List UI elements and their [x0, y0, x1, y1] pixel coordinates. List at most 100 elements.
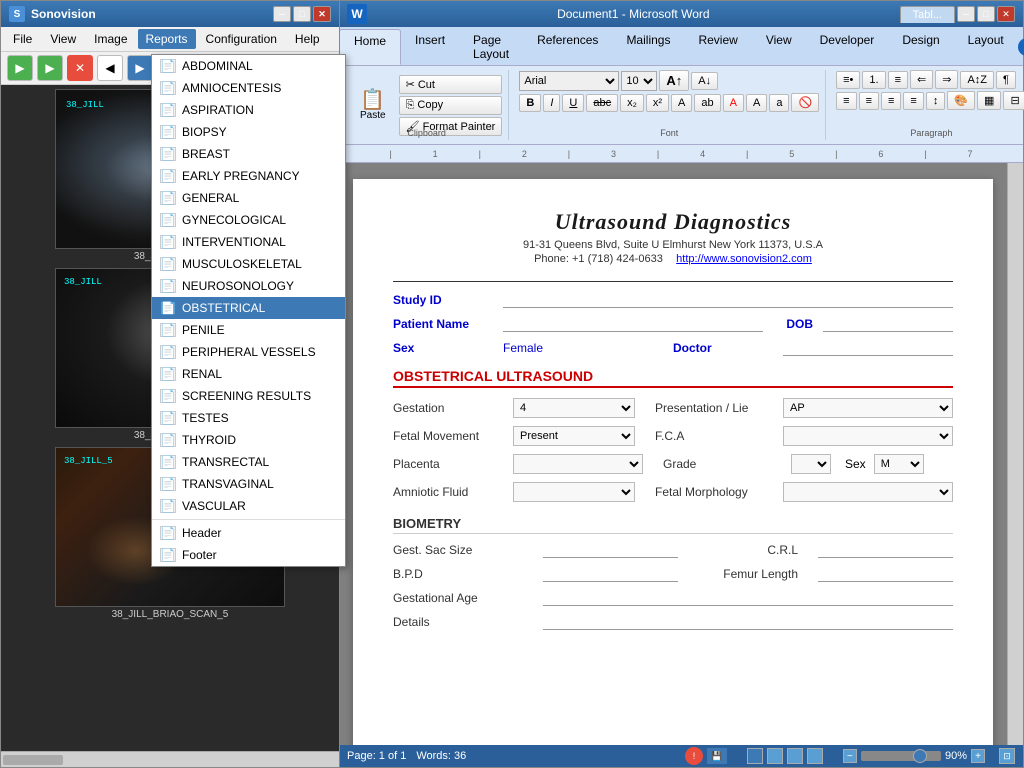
fca-select[interactable]	[783, 426, 953, 446]
clear-format-button[interactable]: 🚫	[791, 93, 819, 112]
toolbar-go-button[interactable]: ▶	[7, 55, 33, 81]
document-scroll-area[interactable]: Ultrasound Diagnostics 91-31 Queens Blvd…	[339, 163, 1007, 745]
tab-view[interactable]: View	[752, 29, 806, 65]
reports-item-general[interactable]: 📄 GENERAL	[152, 187, 345, 209]
tab-page-layout[interactable]: Page Layout	[459, 29, 523, 65]
paste-button[interactable]: 📋 Paste	[351, 85, 395, 126]
doctor-field[interactable]	[783, 340, 953, 356]
increase-indent-button[interactable]: ⇒	[935, 70, 958, 89]
presentation-select[interactable]: AP	[783, 398, 953, 418]
minimize-button[interactable]: ─	[273, 6, 291, 22]
menu-help[interactable]: Help	[287, 29, 328, 49]
bpd-field[interactable]	[543, 566, 678, 582]
font-name-select[interactable]: Arial	[519, 71, 619, 91]
crl-field[interactable]	[818, 542, 953, 558]
cut-button[interactable]: ✂ Cut	[399, 75, 503, 94]
strikethrough-button[interactable]: abc	[586, 94, 618, 112]
menu-reports[interactable]: Reports	[138, 29, 196, 49]
tab-mailings[interactable]: Mailings	[612, 29, 684, 65]
reports-item-neurosonology[interactable]: 📄 NEUROSONOLOGY	[152, 275, 345, 297]
maximize-button[interactable]: □	[293, 6, 311, 22]
gestation-select[interactable]: 4	[513, 398, 635, 418]
reports-item-obstetrical[interactable]: 📄 OBSTETRICAL	[152, 297, 345, 319]
font-color-button[interactable]: A	[723, 94, 744, 112]
toolbar-forward-button[interactable]: ▶	[127, 55, 153, 81]
zoom-out-button[interactable]: −	[843, 749, 857, 763]
copy-button[interactable]: ⎘ Copy	[399, 96, 503, 115]
help-button[interactable]: ?	[1018, 38, 1024, 56]
word-maximize[interactable]: □	[977, 6, 995, 22]
amniotic-select[interactable]	[513, 482, 635, 502]
view-mode-3[interactable]	[787, 748, 803, 764]
toolbar-stop-button[interactable]: ✕	[67, 55, 93, 81]
font-size-up-button[interactable]: A	[746, 94, 767, 112]
study-id-field[interactable]	[503, 292, 953, 308]
femur-field[interactable]	[818, 566, 953, 582]
word-tab[interactable]: Tabl...	[900, 6, 955, 23]
view-mode-4[interactable]	[807, 748, 823, 764]
borders-button[interactable]: ▦	[977, 91, 1001, 110]
reports-item-transvaginal[interactable]: 📄 TRANSVAGINAL	[152, 473, 345, 495]
reports-item-renal[interactable]: 📄 RENAL	[152, 363, 345, 385]
numbering-button[interactable]: 1.	[862, 71, 885, 89]
align-right-button[interactable]: ≡	[881, 92, 901, 110]
view-mode-1[interactable]	[747, 748, 763, 764]
columns-button[interactable]: ⊟	[1003, 91, 1024, 110]
grow-font-button[interactable]: A↑	[659, 70, 689, 91]
zoom-in-button[interactable]: +	[971, 749, 985, 763]
fetal-morph-select[interactable]	[783, 482, 953, 502]
reports-item-biopsy[interactable]: 📄 BIOPSY	[152, 121, 345, 143]
dob-field[interactable]	[823, 316, 953, 332]
menu-file[interactable]: File	[5, 29, 40, 49]
reports-item-peripheral-vessels[interactable]: 📄 PERIPHERAL VESSELS	[152, 341, 345, 363]
fit-page-button[interactable]: ⊡	[999, 748, 1015, 764]
word-close[interactable]: ✕	[997, 6, 1015, 22]
placenta-select[interactable]	[513, 454, 643, 474]
multilevel-button[interactable]: ≡	[888, 71, 908, 89]
tab-design[interactable]: Design	[888, 29, 953, 65]
reports-item-abdominal[interactable]: 📄 ABDOMINAL	[152, 55, 345, 77]
sex-obs-select[interactable]: M	[874, 454, 924, 474]
sort-button[interactable]: A↕Z	[960, 71, 994, 89]
toolbar-back-button[interactable]: ◀	[97, 55, 123, 81]
tab-developer[interactable]: Developer	[806, 29, 889, 65]
word-minimize[interactable]: ─	[957, 6, 975, 22]
patient-name-field[interactable]	[503, 316, 763, 332]
reports-item-testes[interactable]: 📄 TESTES	[152, 407, 345, 429]
shrink-font-button[interactable]: A↓	[691, 72, 718, 90]
underline-button[interactable]: U	[562, 94, 584, 112]
vertical-scrollbar[interactable]	[1007, 163, 1023, 745]
highlight-button[interactable]: ab	[694, 94, 720, 112]
reports-item-penile[interactable]: 📄 PENILE	[152, 319, 345, 341]
error-icon[interactable]: !	[685, 747, 703, 765]
menu-image[interactable]: Image	[86, 29, 135, 49]
superscript-button[interactable]: x²	[646, 94, 669, 112]
reports-item-early-pregnancy[interactable]: 📄 EARLY PREGNANCY	[152, 165, 345, 187]
reports-item-breast[interactable]: 📄 BREAST	[152, 143, 345, 165]
font-size-dn-button[interactable]: a	[769, 94, 789, 112]
gest-age-field[interactable]	[543, 590, 953, 606]
reports-item-aspiration[interactable]: 📄 ASPIRATION	[152, 99, 345, 121]
line-spacing-button[interactable]: ↕	[926, 92, 946, 110]
text-effects-button[interactable]: A	[671, 94, 692, 112]
zoom-thumb[interactable]	[913, 749, 927, 763]
tab-review[interactable]: Review	[684, 29, 751, 65]
align-left-button[interactable]: ≡	[836, 92, 856, 110]
reports-item-header[interactable]: 📄 Header	[152, 522, 345, 544]
grade-select[interactable]	[791, 454, 831, 474]
decrease-indent-button[interactable]: ⇐	[910, 70, 933, 89]
shading-button[interactable]: 🎨	[947, 91, 975, 110]
bullets-button[interactable]: ≡•	[836, 71, 860, 89]
justify-button[interactable]: ≡	[903, 92, 923, 110]
tab-home[interactable]: Home	[339, 29, 401, 65]
tab-references[interactable]: References	[523, 29, 612, 65]
tab-layout[interactable]: Layout	[954, 29, 1018, 65]
fetal-movement-select[interactable]: Present	[513, 426, 635, 446]
reports-item-screening[interactable]: 📄 SCREENING RESULTS	[152, 385, 345, 407]
menu-configuration[interactable]: Configuration	[198, 29, 285, 49]
tab-insert[interactable]: Insert	[401, 29, 459, 65]
reports-item-amniocentesis[interactable]: 📄 AMNIOCENTESIS	[152, 77, 345, 99]
menu-view[interactable]: View	[42, 29, 84, 49]
reports-item-interventional[interactable]: 📄 INTERVENTIONAL	[152, 231, 345, 253]
reports-item-vascular[interactable]: 📄 VASCULAR	[152, 495, 345, 517]
